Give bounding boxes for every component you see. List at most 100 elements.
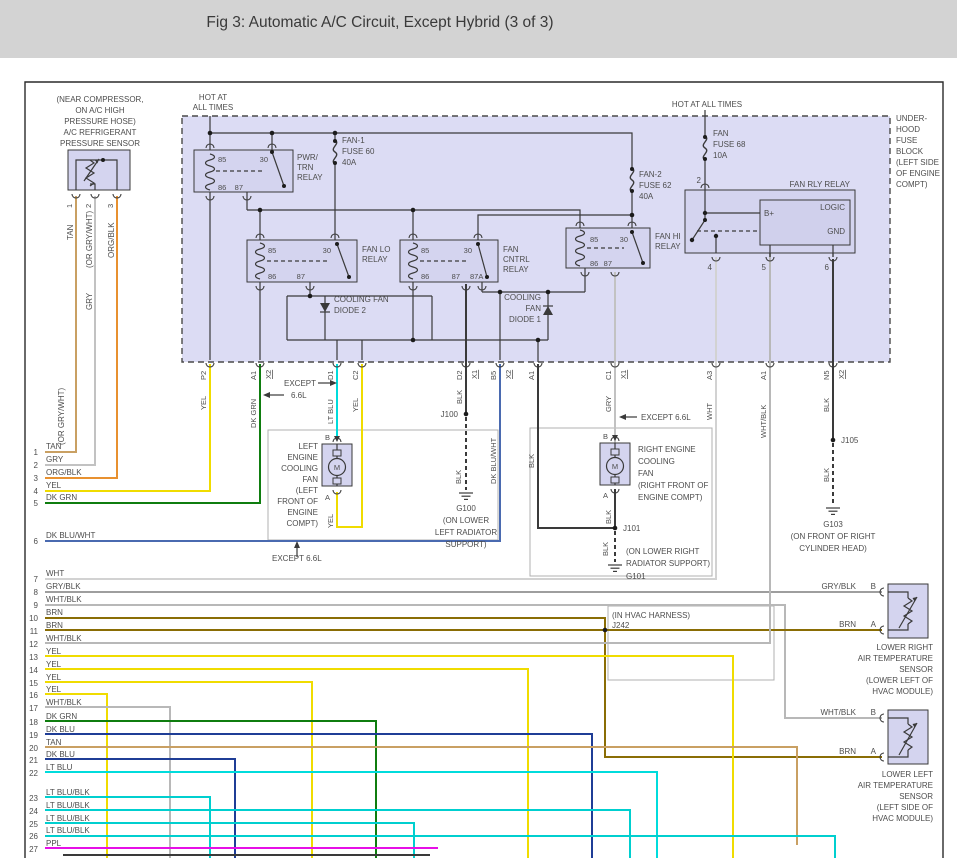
svg-text:11: 11 [30, 627, 39, 636]
svg-text:FAN: FAN [302, 475, 318, 484]
j242-note: (IN HVAC HARNESS) [612, 611, 690, 620]
svg-text:6: 6 [34, 537, 39, 546]
svg-text:ENGINE COMPT): ENGINE COMPT) [638, 493, 703, 502]
j100-label: J100 [441, 410, 459, 419]
svg-text:40A: 40A [342, 158, 357, 167]
svg-text:DK BLU/WHT: DK BLU/WHT [46, 531, 95, 540]
svg-text:6: 6 [825, 263, 830, 272]
svg-text:B: B [603, 432, 608, 441]
svg-text:DK GRN: DK GRN [46, 712, 77, 721]
svg-text:RADIATOR SUPPORT): RADIATOR SUPPORT) [626, 559, 710, 568]
svg-text:B: B [325, 433, 330, 442]
svg-text:4: 4 [708, 263, 713, 272]
except-note-1b: 6.6L [291, 391, 307, 400]
svg-text:COMPT): COMPT) [896, 180, 928, 189]
svg-text:30: 30 [464, 246, 472, 255]
hot-at-all-times-left: HOT AT [199, 93, 227, 102]
svg-text:B5: B5 [489, 371, 498, 380]
left-cooling-fan-motor [322, 436, 352, 486]
j101-label: J101 [623, 524, 641, 533]
svg-text:27: 27 [29, 845, 38, 854]
svg-text:FAN: FAN [525, 304, 541, 313]
svg-text:GRY/BLK: GRY/BLK [821, 582, 856, 591]
svg-text:10: 10 [29, 614, 38, 623]
fan-hi-relay-label: FAN HI [655, 232, 681, 241]
svg-text:LEFT RADIATOR: LEFT RADIATOR [435, 528, 497, 537]
svg-text:GRY: GRY [604, 396, 613, 412]
svg-text:DIODE 2: DIODE 2 [334, 306, 367, 315]
svg-text:A/C REFRIGERANT: A/C REFRIGERANT [64, 128, 137, 137]
svg-text:B+: B+ [764, 209, 774, 218]
svg-text:8: 8 [34, 588, 39, 597]
svg-text:BLK: BLK [822, 398, 831, 412]
svg-text:85: 85 [421, 246, 429, 255]
fuse-fan2-label: FAN-2 [639, 170, 662, 179]
svg-text:GRY: GRY [46, 455, 64, 464]
svg-text:BLK: BLK [454, 470, 463, 484]
svg-text:HVAC MODULE): HVAC MODULE) [872, 687, 933, 696]
svg-text:BLK: BLK [455, 390, 464, 404]
hot-at-all-times-right: HOT AT ALL TIMES [672, 100, 742, 109]
svg-text:87A: 87A [470, 272, 483, 281]
svg-text:A3: A3 [705, 371, 714, 380]
svg-text:D2: D2 [455, 370, 464, 380]
svg-text:X1: X1 [470, 370, 479, 379]
svg-text:9: 9 [34, 601, 39, 610]
svg-text:D1: D1 [326, 370, 335, 380]
fuse-fan1-label: FAN-1 [342, 136, 365, 145]
left-fan-label: LEFT [298, 442, 318, 451]
svg-text:FUSE: FUSE [896, 136, 917, 145]
svg-text:85: 85 [268, 246, 276, 255]
svg-text:GND: GND [827, 227, 845, 236]
svg-text:1: 1 [65, 204, 74, 208]
svg-text:YEL: YEL [326, 514, 335, 528]
svg-text:FAN: FAN [638, 469, 654, 478]
svg-text:P2: P2 [199, 371, 208, 380]
svg-text:YEL: YEL [46, 673, 62, 682]
svg-text:23: 23 [29, 794, 38, 803]
svg-text:(ON LOWER: (ON LOWER [443, 516, 489, 525]
svg-text:COOLING: COOLING [638, 457, 675, 466]
g100-label: G100 [456, 504, 476, 513]
svg-text:C2: C2 [351, 370, 360, 380]
svg-text:WHT/BLK: WHT/BLK [46, 634, 82, 643]
svg-text:BRN: BRN [46, 608, 63, 617]
g101-label: G101 [626, 572, 646, 581]
svg-text:86: 86 [590, 259, 598, 268]
svg-text:30: 30 [323, 246, 331, 255]
svg-text:86: 86 [268, 272, 276, 281]
svg-text:15: 15 [29, 679, 38, 688]
svg-text:20: 20 [29, 744, 38, 753]
svg-text:A1: A1 [759, 371, 768, 380]
except-note-1a: EXCEPT [284, 379, 316, 388]
svg-text:FUSE 62: FUSE 62 [639, 181, 672, 190]
right-fan-label: RIGHT ENGINE [638, 445, 696, 454]
j105-label: J105 [841, 436, 859, 445]
svg-text:87: 87 [297, 272, 305, 281]
svg-text:HVAC MODULE): HVAC MODULE) [872, 814, 933, 823]
fuse-fan68-label: FAN [713, 129, 729, 138]
svg-text:(LEFT SIDE OF: (LEFT SIDE OF [877, 803, 933, 812]
svg-text:AIR TEMPERATURE: AIR TEMPERATURE [858, 654, 933, 663]
svg-text:COOLING: COOLING [281, 464, 318, 473]
svg-text:17: 17 [29, 704, 38, 713]
lower-right-temp-sensor-label: LOWER RIGHT [877, 643, 934, 652]
svg-text:26: 26 [29, 832, 38, 841]
svg-text:ENGINE: ENGINE [287, 453, 318, 462]
svg-text:OF ENGINE: OF ENGINE [896, 169, 940, 178]
svg-text:DK BLU: DK BLU [46, 725, 75, 734]
svg-text:ENGINE: ENGINE [287, 508, 318, 517]
svg-text:X2: X2 [837, 370, 846, 379]
svg-text:(OR GRY/WHT): (OR GRY/WHT) [85, 210, 94, 268]
svg-text:ALL TIMES: ALL TIMES [193, 103, 233, 112]
svg-text:13: 13 [29, 653, 38, 662]
svg-text:LOGIC: LOGIC [820, 203, 845, 212]
svg-text:(ON FRONT OF RIGHT: (ON FRONT OF RIGHT [791, 532, 876, 541]
svg-text:ORG/BLK: ORG/BLK [107, 222, 116, 258]
svg-text:21: 21 [29, 756, 38, 765]
svg-text:DK GRN: DK GRN [249, 399, 258, 428]
svg-text:COMPT): COMPT) [286, 519, 318, 528]
svg-text:A: A [325, 493, 330, 502]
svg-text:RELAY: RELAY [362, 255, 388, 264]
underhood-label: UNDER- [896, 114, 927, 123]
